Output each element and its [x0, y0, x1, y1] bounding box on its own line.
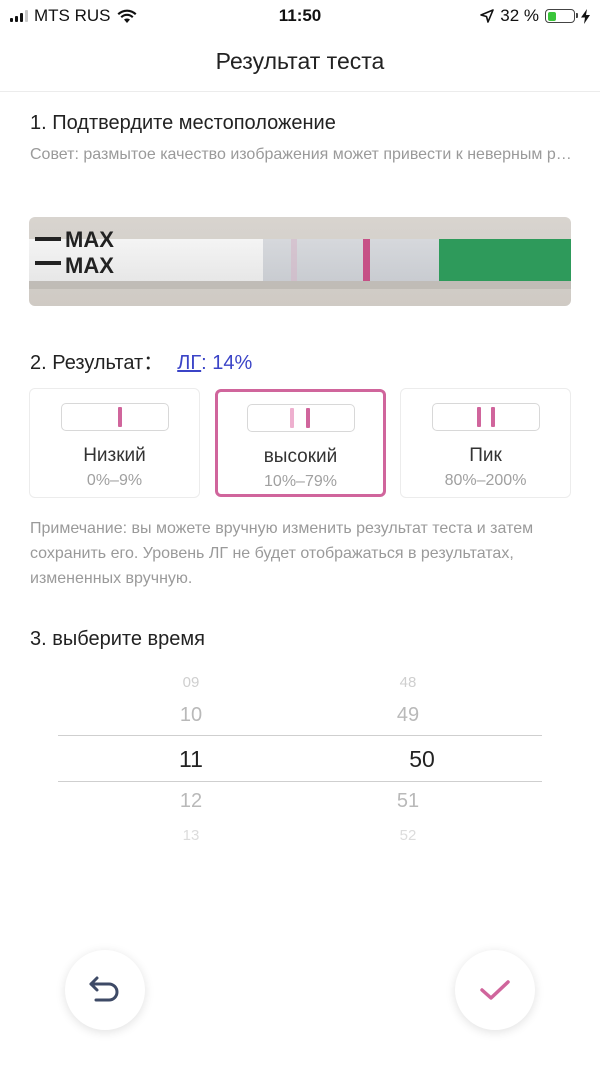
- strip-result-window: [263, 239, 439, 281]
- option-name: Низкий: [83, 445, 146, 466]
- strip-max-label: MAX: [65, 227, 114, 252]
- result-option-peak[interactable]: Пик 80%–200%: [400, 388, 571, 498]
- battery-percent: 32 %: [500, 6, 539, 25]
- hour-option[interactable]: 12: [131, 790, 251, 813]
- undo-arrow-icon: [89, 976, 119, 1002]
- minute-option[interactable]: 49: [348, 704, 468, 727]
- result-option-low[interactable]: Низкий 0%–9%: [29, 388, 200, 498]
- strip-control-line: [291, 239, 297, 281]
- option-name: высокий: [263, 446, 338, 467]
- location-arrow-icon: [480, 9, 495, 23]
- test-strip-photo[interactable]: MAX MAX: [29, 217, 571, 306]
- time-picker[interactable]: 09 10 11 12 13 48 49 50 51 52: [58, 670, 542, 845]
- strip-shadow: [29, 281, 571, 289]
- status-bar: MTS RUS 11:50 32 %: [0, 0, 600, 34]
- result-line: 2. Результат： ЛГ : 14%: [30, 346, 252, 375]
- battery-fill: [547, 11, 556, 21]
- strip-arrow-mark: [35, 237, 61, 241]
- back-button[interactable]: [65, 950, 145, 1030]
- checkmark-icon: [480, 980, 510, 1000]
- section-time-title: 3. выберите время: [30, 628, 205, 650]
- picker-selection-top-line: [58, 735, 542, 736]
- navigation-bar: Результат теста: [0, 34, 600, 92]
- hour-option[interactable]: 10: [131, 704, 251, 727]
- location-hint: Совет: размытое качество изображения мож…: [30, 146, 575, 163]
- lg-link[interactable]: ЛГ: [177, 352, 201, 375]
- hour-option[interactable]: 09: [131, 674, 251, 691]
- hour-option[interactable]: 13: [131, 827, 251, 844]
- lg-value: : 14%: [201, 352, 253, 374]
- confirm-button[interactable]: [455, 950, 535, 1030]
- section-result-title: 2. Результат：: [30, 352, 164, 374]
- result-option-high[interactable]: высокий 10%–79%: [215, 389, 386, 497]
- strip-test-line: [363, 239, 370, 281]
- option-name: Пик: [469, 445, 502, 466]
- section-location-title: 1. Подтвердите местоположение: [30, 112, 336, 134]
- minute-option[interactable]: 51: [348, 790, 468, 813]
- option-range: 80%–200%: [444, 472, 527, 489]
- strip-peak-icon: [432, 403, 540, 431]
- option-range: 10%–79%: [264, 473, 337, 490]
- result-options: Низкий 0%–9% высокий 10%–79% Пик 80%–200…: [29, 388, 571, 498]
- battery-icon: [545, 9, 578, 23]
- strip-arrow-mark: [35, 261, 61, 265]
- minute-option-selected[interactable]: 50: [362, 746, 482, 773]
- hour-option-selected[interactable]: 11: [131, 746, 251, 773]
- strip-handle: [439, 239, 571, 281]
- manual-edit-note: Примечание: вы можете вручную изменить р…: [30, 520, 534, 587]
- minute-option[interactable]: 52: [348, 827, 468, 844]
- status-right: 32 %: [480, 6, 590, 26]
- picker-selection-bottom-line: [58, 781, 542, 782]
- strip-max-label: MAX: [65, 253, 114, 278]
- strip-low-icon: [61, 403, 169, 431]
- page-title: Результат теста: [215, 48, 385, 74]
- charging-bolt-icon: [581, 8, 590, 24]
- minute-option[interactable]: 48: [348, 674, 468, 691]
- strip-high-icon: [247, 404, 355, 432]
- option-range: 0%–9%: [86, 472, 143, 489]
